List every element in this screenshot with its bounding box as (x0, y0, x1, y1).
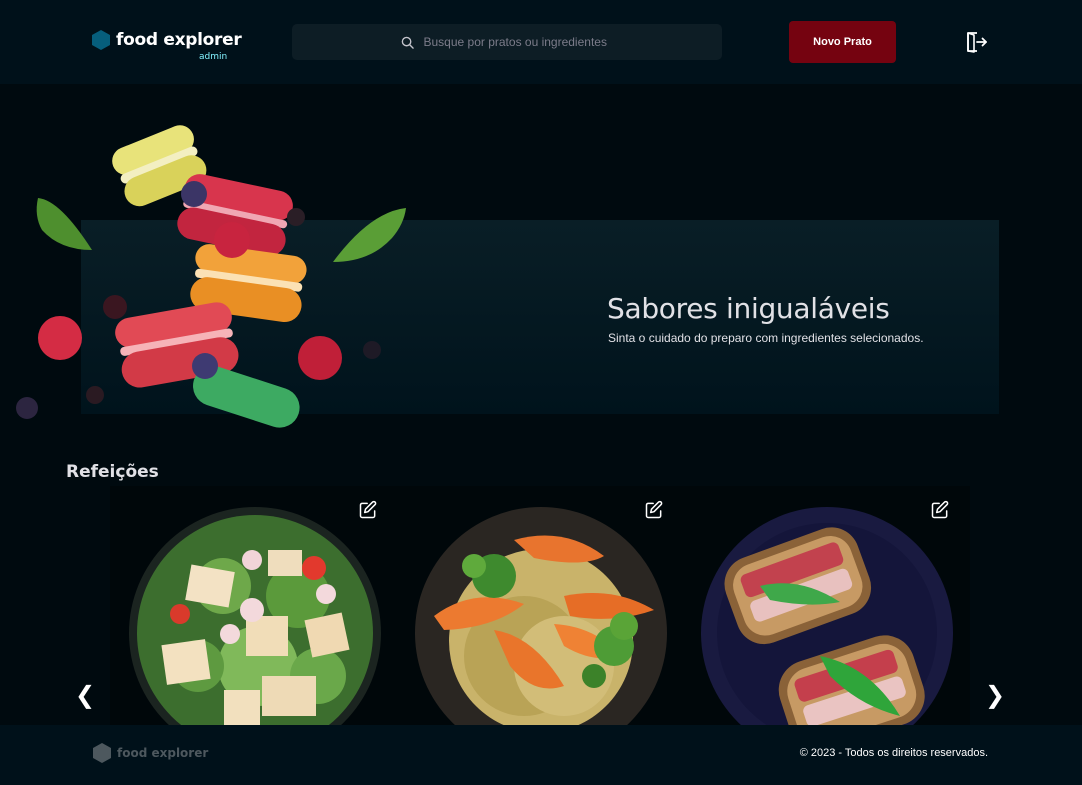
hexagon-icon (92, 30, 110, 50)
hexagon-icon (93, 743, 111, 763)
carousel-prev-button[interactable]: ❮ (73, 680, 97, 710)
dish-carousel (110, 486, 970, 726)
sign-out-icon[interactable] (964, 30, 988, 54)
dish-card[interactable] (112, 486, 398, 726)
footer-logo-name: food explorer (117, 746, 209, 760)
salad-bowl-image (129, 507, 381, 726)
banner-title: Sabores inigualáveis (607, 292, 890, 325)
section-title: Refeições (66, 462, 159, 482)
pencil-icon[interactable] (644, 500, 664, 520)
search-icon (401, 36, 414, 49)
dish-card[interactable] (398, 486, 684, 726)
new-dish-button[interactable]: Novo Prato (789, 21, 896, 63)
pencil-icon[interactable] (358, 500, 378, 520)
footer-logo: food explorer (93, 743, 208, 763)
banner-subtitle: Sinta o cuidado do preparo com ingredien… (608, 331, 924, 345)
shrimp-pasta-image (415, 507, 667, 726)
bacon-toast-image (701, 507, 953, 726)
admin-badge: admin (199, 52, 228, 62)
header: food explorer admin Novo Prato (0, 0, 1082, 84)
pencil-icon[interactable] (930, 500, 950, 520)
logo-name: food explorer (116, 30, 242, 50)
copyright-text: © 2023 - Todos os direitos reservados. (799, 747, 988, 759)
search-bar[interactable] (292, 24, 722, 60)
page: food explorer admin Novo Prato (0, 0, 1082, 785)
dish-card[interactable] (684, 486, 970, 726)
logo[interactable]: food explorer admin (92, 30, 242, 62)
macarons-image (16, 125, 406, 428)
footer: food explorer © 2023 - Todos os direitos… (0, 725, 1082, 785)
carousel-next-button[interactable]: ❯ (983, 680, 1007, 710)
search-input[interactable] (423, 35, 614, 49)
